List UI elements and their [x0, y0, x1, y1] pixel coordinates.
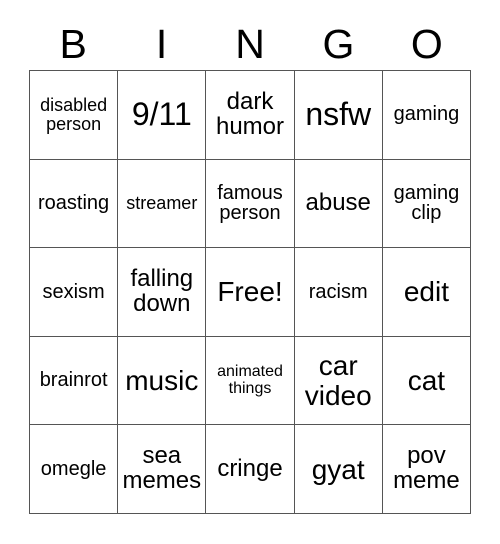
bingo-cell[interactable]: sea memes [118, 425, 207, 514]
bingo-cell[interactable]: disabled person [30, 71, 119, 160]
header-letter-o: O [410, 20, 443, 67]
bingo-header: B I N G O [29, 18, 471, 70]
header-letter-n: N [235, 20, 265, 67]
bingo-cell[interactable]: gyat [294, 425, 383, 514]
bingo-row: omegle sea memes cringe gyat pov meme [30, 425, 472, 514]
bingo-grid: disabled person 9/11 dark humor nsfw gam… [29, 70, 472, 514]
bingo-cell[interactable]: sexism [30, 248, 119, 337]
bingo-cell[interactable]: music [118, 336, 207, 426]
bingo-cell[interactable]: 9/11 [118, 71, 207, 160]
bingo-cell-free[interactable]: Free! [206, 248, 295, 337]
bingo-row: disabled person 9/11 dark humor nsfw gam… [30, 71, 472, 160]
bingo-cell[interactable]: streamer [118, 159, 207, 249]
header-letter-i: I [155, 20, 168, 67]
bingo-cell[interactable]: gaming clip [382, 159, 472, 249]
bingo-cell[interactable]: nsfw [294, 71, 383, 160]
bingo-cell[interactable]: animated things [206, 336, 295, 426]
bingo-cell[interactable]: cringe [206, 425, 295, 514]
bingo-cell[interactable]: edit [382, 248, 472, 337]
bingo-cell[interactable]: racism [294, 248, 383, 337]
bingo-cell[interactable]: cat [382, 336, 472, 426]
bingo-cell[interactable]: car video [294, 336, 383, 426]
bingo-cell[interactable]: roasting [30, 159, 119, 249]
bingo-cell[interactable]: omegle [30, 425, 119, 514]
bingo-cell[interactable]: falling down [118, 248, 207, 337]
bingo-cell[interactable]: brainrot [30, 336, 119, 426]
bingo-cell[interactable]: abuse [294, 159, 383, 249]
bingo-cell[interactable]: dark humor [206, 71, 295, 160]
header-letter-b: B [59, 20, 87, 67]
header-letter-g: G [322, 20, 355, 67]
bingo-row: roasting streamer famous person abuse ga… [30, 159, 472, 249]
bingo-row: brainrot music animated things car video… [30, 336, 472, 426]
bingo-card: B I N G O disabled person 9/11 dark humo… [0, 0, 500, 544]
bingo-cell[interactable]: famous person [206, 159, 295, 249]
bingo-cell[interactable]: pov meme [382, 425, 472, 514]
bingo-row: sexism falling down Free! racism edit [30, 248, 472, 337]
bingo-cell[interactable]: gaming [382, 71, 472, 160]
